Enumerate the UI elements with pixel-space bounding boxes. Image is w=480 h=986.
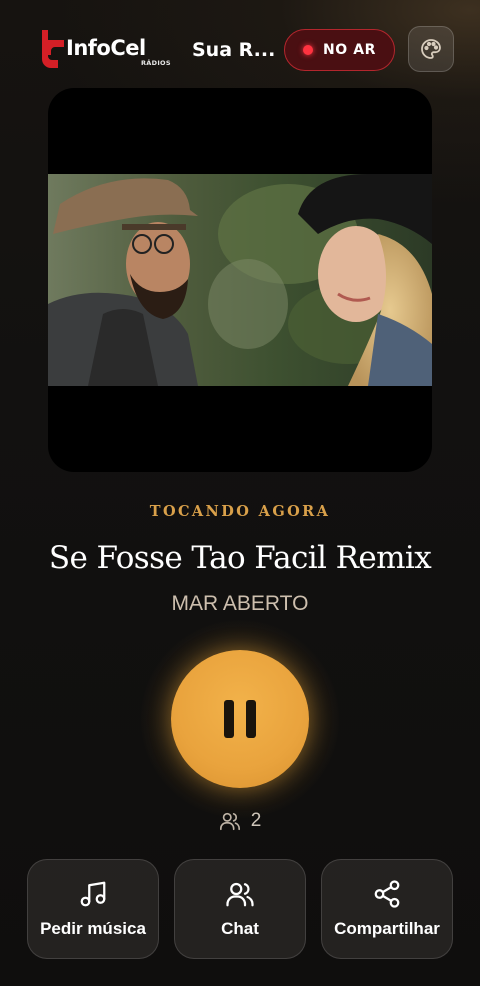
logo-subtext: RÁDIOS	[141, 59, 171, 67]
request-song-label: Pedir música	[40, 919, 146, 938]
listener-count-value: 2	[250, 810, 262, 831]
logo-text: InfoCel	[66, 36, 146, 60]
now-playing-label: TOCANDO AGORA	[149, 503, 331, 520]
artist-name: MAR ABERTO	[171, 592, 309, 615]
chat-label: Chat	[221, 919, 259, 938]
app-header: InfoCel RÁDIOS Sua R... NO AR	[0, 0, 480, 100]
station-name: Sua R...	[192, 39, 274, 61]
theme-button[interactable]	[408, 26, 454, 72]
music-note-icon	[80, 881, 106, 907]
users-icon	[219, 812, 240, 831]
infocel-logo[interactable]: InfoCel RÁDIOS	[38, 26, 171, 72]
share-label: Compartilhar	[334, 919, 440, 938]
share-icon	[374, 880, 400, 908]
listener-count: 2	[0, 810, 480, 832]
chat-button[interactable]: Chat	[174, 859, 306, 959]
live-dot-icon	[302, 45, 313, 55]
logo-mark-icon	[42, 30, 64, 68]
song-title: Se Fosse Tao Facil Remix	[48, 540, 432, 576]
video-player[interactable]	[48, 88, 432, 472]
palette-icon	[421, 39, 441, 59]
pause-icon	[224, 700, 234, 738]
users-icon	[226, 882, 254, 907]
request-song-button[interactable]: Pedir música	[27, 859, 159, 959]
pause-icon	[246, 700, 256, 738]
music-video-frame	[48, 174, 432, 386]
live-label: NO AR	[322, 42, 377, 58]
live-badge: NO AR	[284, 29, 395, 71]
share-button[interactable]: Compartilhar	[321, 859, 453, 959]
pause-button[interactable]	[171, 650, 309, 788]
